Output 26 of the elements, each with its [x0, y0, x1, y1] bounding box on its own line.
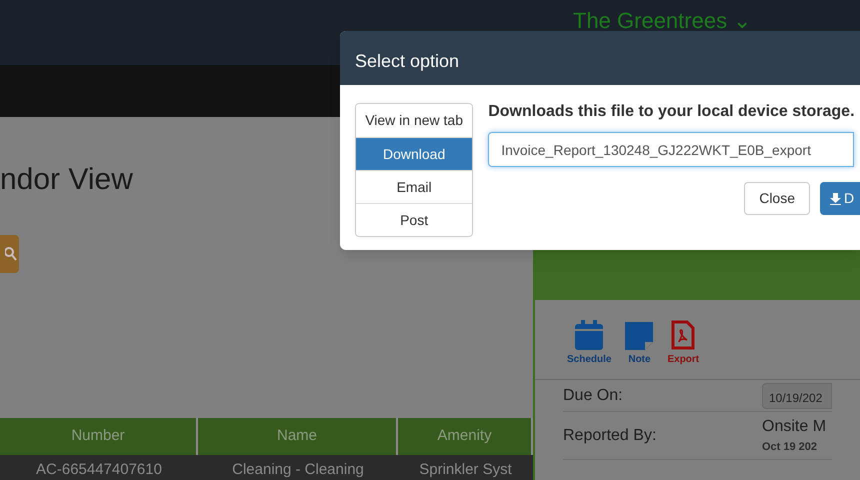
report-date: Oct 19 202: [762, 440, 818, 456]
pdf-file-icon: [671, 320, 696, 350]
table-row[interactable]: AC-665447407610 Cleaning - Cleaning Sprinkler Syst: [0, 455, 533, 480]
close-button[interactable]: Close: [744, 182, 810, 215]
option-item[interactable]: Download: [356, 137, 472, 170]
calendar-icon: [575, 320, 604, 350]
search-button[interactable]: [0, 235, 19, 273]
page-title: ndor View: [0, 165, 133, 195]
toolbar-action[interactable]: Note: [625, 320, 654, 379]
field-label: Due On:: [563, 386, 623, 406]
table-cell-text: Cleaning - Cleaning: [231, 460, 365, 480]
note-icon: [625, 320, 654, 350]
reporter-name: Onsite M: [762, 417, 828, 438]
modal-title: Select option: [340, 31, 860, 85]
date-field[interactable]: 10/19/202: [762, 382, 832, 408]
download-icon: [830, 192, 841, 204]
table-cell-text: Sprinkler Syst: [418, 460, 513, 480]
option-item[interactable]: Post: [356, 203, 472, 236]
download-button[interactable]: D: [820, 182, 860, 215]
toolbar-action[interactable]: Schedule: [567, 320, 612, 379]
toolbar-action[interactable]: Export: [667, 320, 700, 379]
field-label: Reported By:: [563, 426, 656, 446]
description-text: Downloads this file to your local device storage.: [488, 102, 856, 122]
filename-field[interactable]: Invoice_Report_130248_GJ222WKT_E0B_export: [488, 132, 854, 167]
search-icon: [5, 247, 17, 261]
table-cell-text: AC-665447407610: [35, 460, 163, 480]
